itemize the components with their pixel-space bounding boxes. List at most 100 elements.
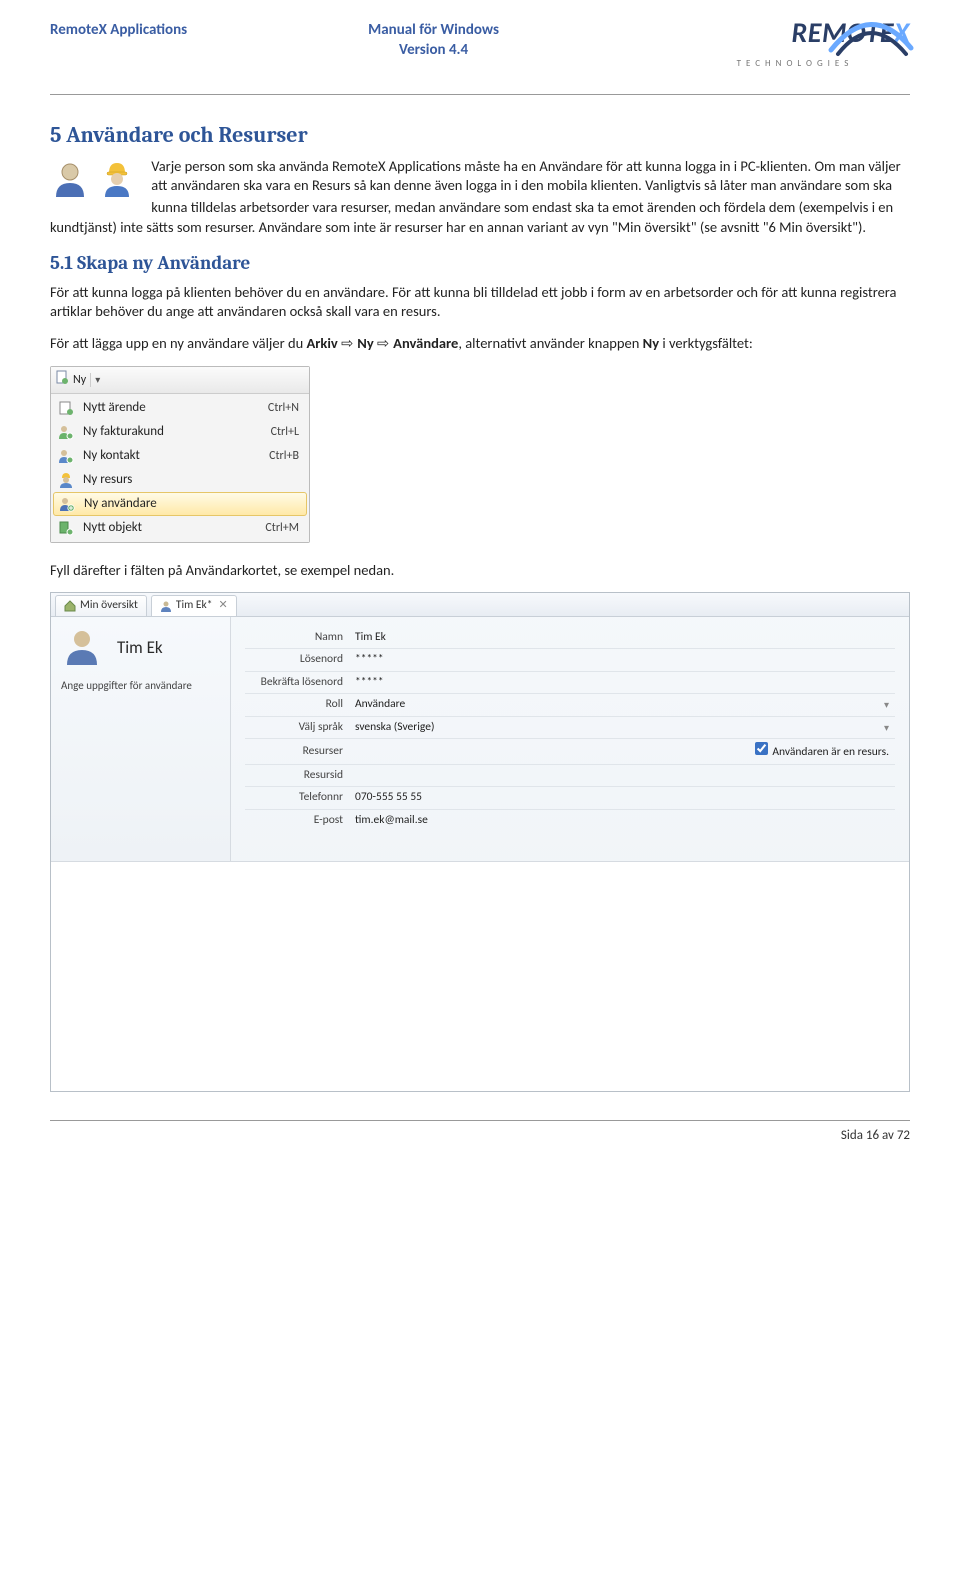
field-name[interactable]: Namn Tim Ek [245,627,895,650]
field-resource-id[interactable]: Resursid [245,765,895,788]
form-tabbar: Min översikt Tim Ek* ✕ [51,593,909,617]
field-value: ***** [355,675,384,691]
arrow-icon: ⇨ [377,336,393,352]
worker-icon [97,159,137,199]
field-label: Resurser [245,744,355,760]
field-value: Användare [355,697,405,713]
menu-item-new-contact[interactable]: Ny kontakt Ctrl+B [51,444,309,468]
doc-header: RemoteX Applications Manual för Windows … [50,20,910,95]
menu-item-new-user[interactable]: Ny användare [53,492,307,516]
page-number: Sida 16 av 72 [841,1128,910,1143]
header-right: REMOTEX TECHNOLOGIES [680,20,910,70]
menu-shortcut: Ctrl+L [271,424,299,440]
field-value: 070-555 55 55 [355,790,422,806]
field-label: Roll [245,697,355,713]
field-role[interactable]: Roll Användare ▾ [245,694,895,717]
case-icon [57,399,75,417]
menu-item-new-resource[interactable]: Ny resurs [51,468,309,492]
contact-icon [57,447,75,465]
logo: REMOTEX [680,20,910,60]
menu-screenshot: Ny ▾ Nytt ärende Ctrl+N Ny fakturakund C… [50,366,310,542]
menu-label: Nytt ärende [83,399,146,417]
field-label: E-post [245,813,355,829]
p3-arkiv: Arkiv [306,334,337,352]
header-left: RemoteX Applications [50,20,187,40]
user-large-icon [61,625,103,667]
form-left-hint: Ange uppgifter för användare [61,679,220,694]
section-icons [50,159,141,205]
header-version: Version 4.4 [368,40,499,60]
menu-toolbar-button[interactable]: Ny ▾ [51,367,309,393]
menu-label: Ny resurs [83,471,132,489]
form-left-panel: Tim Ek Ange uppgifter för användare [51,617,231,862]
user-form-screenshot: Min översikt Tim Ek* ✕ Tim Ek Ange uppgi… [50,592,910,1092]
field-label: Namn [245,630,355,646]
logo-swoosh-icon [826,10,916,64]
field-label: Lösenord [245,652,355,668]
resource-checkbox[interactable] [755,742,768,755]
field-value: svenska (Sverige) [355,720,434,736]
header-title: Manual för Windows [368,21,499,39]
field-resources: Resurser Användaren är en resurs. [245,739,895,765]
menu-item-new-invoice-customer[interactable]: Ny fakturakund Ctrl+L [51,420,309,444]
user-small-icon [160,600,172,612]
field-label: Bekräfta lösenord [245,675,355,691]
p3-text-a: För att lägga upp en ny användare väljer… [50,334,306,352]
chevron-down-icon[interactable]: ▾ [884,698,889,712]
user-add-icon [58,495,76,513]
invoice-customer-icon [57,423,75,441]
field-value: tim.ek@mail.se [355,813,428,829]
section-p4: Fyll därefter i fälten på Användarkortet… [50,561,910,581]
tab-overview[interactable]: Min översikt [55,595,147,616]
form-blank-area [51,861,909,1091]
field-confirm-password[interactable]: Bekräfta lösenord ***** [245,672,895,695]
p3-text-b: , alternativt använder knappen [458,334,642,352]
form-user-name: Tim Ek [117,637,163,660]
p3-text-c: i verktygsfältet: [659,334,753,352]
field-password[interactable]: Lösenord ***** [245,649,895,672]
menu-shortcut: Ctrl+M [265,520,299,536]
menu-shortcut: Ctrl+N [268,400,299,416]
tab-label: Min översikt [80,598,138,614]
field-label: Telefonnr [245,790,355,806]
chevron-down-icon[interactable]: ▾ [884,721,889,735]
field-value: ***** [355,652,384,668]
close-icon[interactable]: ✕ [219,598,228,613]
resource-icon [57,471,75,489]
field-email[interactable]: E-post tim.ek@mail.se [245,810,895,832]
field-label: Välj språk [245,720,355,736]
checkbox-label: Användaren är en resurs. [772,745,889,759]
section-heading: 5 Användare och Resurser [50,121,910,151]
field-language[interactable]: Välj språk svenska (Sverige) ▾ [245,717,895,740]
menu-label: Ny användare [84,495,157,513]
arrow-icon: ⇨ [341,336,357,352]
section-p3: För att lägga upp en ny användare väljer… [50,334,910,355]
field-value: Tim Ek [355,630,386,646]
user-icon [50,159,90,199]
tab-user[interactable]: Tim Ek* ✕ [151,595,237,616]
field-phone[interactable]: Telefonnr 070-555 55 55 [245,787,895,810]
menu-shortcut: Ctrl+B [269,448,299,464]
menu-list: Nytt ärende Ctrl+N Ny fakturakund Ctrl+L… [51,394,309,542]
menu-top-label: Ny [73,372,86,388]
p3-anv: Användare [393,334,458,352]
section-p1a: Varje person som ska använda RemoteX App… [50,157,910,196]
menu-item-new-object[interactable]: Nytt objekt Ctrl+M [51,516,309,540]
tab-label: Tim Ek* [176,598,213,614]
p3-ny: Ny [357,334,373,352]
menu-item-new-case[interactable]: Nytt ärende Ctrl+N [51,396,309,420]
section-p1b: kunna tilldelas arbetsorder vara resurse… [50,198,910,237]
form-fields: Namn Tim Ek Lösenord ***** Bekräfta löse… [231,617,909,862]
menu-label: Ny fakturakund [83,423,164,441]
home-icon [64,600,76,612]
section-p2: För att kunna logga på klienten behöver … [50,283,910,322]
menu-label: Nytt objekt [83,519,142,537]
menu-label: Ny kontakt [83,447,140,465]
subsection-heading: 5.1 Skapa ny Användare [50,251,910,277]
p3-nybtn: Ny [643,334,659,352]
new-doc-icon [55,370,69,389]
header-mid: Manual för Windows Version 4.4 [368,20,499,61]
field-label: Resursid [245,768,355,784]
resource-checkbox-wrap[interactable]: Användaren är en resurs. [755,742,889,761]
object-icon [57,519,75,537]
